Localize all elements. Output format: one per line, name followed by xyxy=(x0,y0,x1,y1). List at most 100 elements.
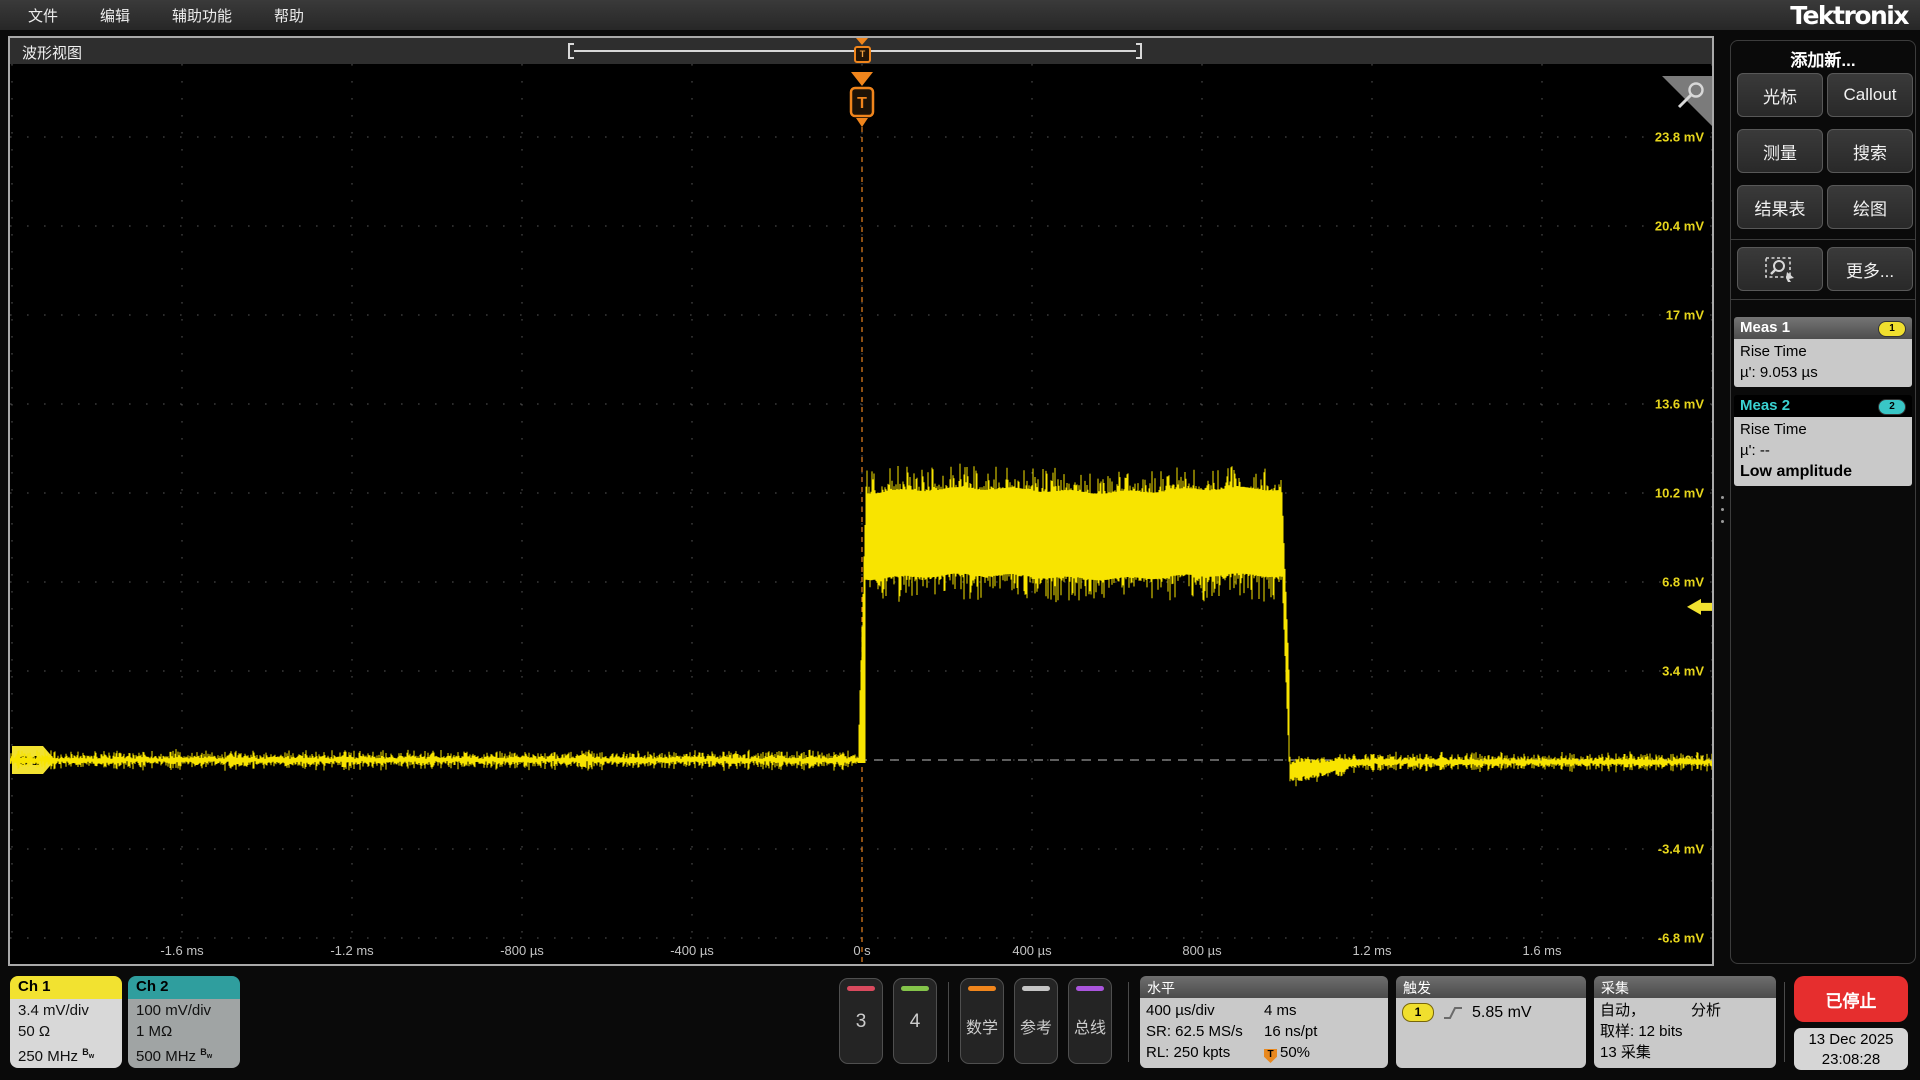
channel-1-header: Ch 1 xyxy=(10,976,122,999)
menu-file[interactable]: 文件 xyxy=(28,5,58,26)
meas2-body: Rise Time µ': -- Low amplitude xyxy=(1734,417,1912,486)
menu-help[interactable]: 帮助 xyxy=(274,5,304,26)
acquisition-overview-bar[interactable]: T xyxy=(568,43,1142,59)
waveform-view-title: 波形视图 xyxy=(22,42,82,63)
channel-1-settings: 3.4 mV/div 50 Ω 250 MHz Bw xyxy=(10,999,122,1068)
cursor-button[interactable]: 光标 xyxy=(1737,73,1823,117)
y-tick-label: 6.8 mV xyxy=(1662,575,1704,590)
meas2-header: Meas 2 2 xyxy=(1734,395,1912,417)
horizontal-body: 400 µs/div4 ms SR: 62.5 MS/s16 ns/pt RL:… xyxy=(1140,998,1388,1068)
sidebar: 添加新... 光标 Callout 测量 搜索 结果表 绘图 更多... Mea… xyxy=(1730,40,1916,964)
trigger-position: T50% xyxy=(1264,1042,1310,1063)
channel-4-button[interactable]: 4 xyxy=(893,978,937,1064)
ref-button[interactable]: 参考 xyxy=(1014,978,1058,1064)
plot-button[interactable]: 绘图 xyxy=(1827,185,1913,229)
bus-color-stripe xyxy=(1076,986,1104,991)
y-tick-label: 20.4 mV xyxy=(1655,219,1704,234)
bus-button[interactable]: 总线 xyxy=(1068,978,1112,1064)
x-tick-label: 1.2 ms xyxy=(1352,943,1392,958)
meas1-header: Meas 1 1 xyxy=(1734,317,1912,339)
zoom-corner-control[interactable] xyxy=(1662,76,1712,126)
measure-button[interactable]: 测量 xyxy=(1737,129,1823,173)
add-new-header: 添加新... xyxy=(1731,46,1915,71)
acquisition-analysis: 分析 xyxy=(1691,1000,1721,1021)
meas1-type: Rise Time xyxy=(1740,341,1906,362)
trigger-panel[interactable]: 触发 1 5.85 mV xyxy=(1396,976,1586,1068)
channel-3-button[interactable]: 3 xyxy=(839,978,883,1064)
channel-2-scale: 100 mV/div xyxy=(136,1000,240,1021)
meas2-type: Rise Time xyxy=(1740,419,1906,440)
channel-4-color-stripe xyxy=(901,986,929,991)
y-tick-label: 10.2 mV xyxy=(1655,486,1704,501)
meas1-badge: 1 xyxy=(1878,321,1906,337)
date-label: 13 Dec 2025 xyxy=(1794,1030,1908,1050)
zoom-box-icon xyxy=(1763,256,1797,282)
results-table-button[interactable]: 结果表 xyxy=(1737,185,1823,229)
overview-trigger-marker[interactable]: T xyxy=(854,46,871,63)
datetime-badge[interactable]: 13 Dec 2025 23:08:28 xyxy=(1794,1028,1908,1070)
y-tick-label: 13.6 mV xyxy=(1655,397,1704,412)
channel-3-color-stripe xyxy=(847,986,875,991)
meas2-badge: 2 xyxy=(1878,399,1906,415)
trigger-position-icon: T xyxy=(1264,1049,1277,1063)
x-tick-label: 800 µs xyxy=(1182,943,1222,958)
tekscope-app: { "menu": {"items": [{"label":"文件"},{"la… xyxy=(0,0,1920,1080)
math-button[interactable]: 数学 xyxy=(960,978,1004,1064)
trigger-flag[interactable]: T xyxy=(851,72,873,127)
horizontal-scale: 400 µs/div xyxy=(1146,1000,1264,1021)
y-tick-label: 3.4 mV xyxy=(1662,664,1704,679)
meas1-title: Meas 1 xyxy=(1740,319,1790,336)
graticule: -1.6 ms-1.2 ms-800 µs-400 µs0 s400 µs800… xyxy=(10,64,1712,964)
more-button[interactable]: 更多... xyxy=(1827,247,1913,291)
callout-button[interactable]: Callout xyxy=(1827,73,1913,117)
meas2-card[interactable]: Meas 2 2 Rise Time µ': -- Low amplitude xyxy=(1734,395,1912,486)
tektronix-logo: Tektronix xyxy=(1790,1,1908,30)
channel-2-settings: 100 mV/div 1 MΩ 500 MHz Bw xyxy=(128,999,240,1068)
waveform-view-header: 波形视图 T xyxy=(10,38,1712,64)
bandwidth-limit-icon: Bw xyxy=(200,1047,212,1057)
overview-right-bracket xyxy=(1136,43,1142,59)
overview-trigger-caret-icon xyxy=(856,38,868,45)
acquisition-sampling: 取样: 12 bits xyxy=(1600,1021,1770,1042)
panel-splitter-handle[interactable] xyxy=(1719,496,1725,530)
horizontal-header: 水平 xyxy=(1140,976,1388,998)
menu-edit[interactable]: 编辑 xyxy=(100,5,130,26)
acquisition-count: 13 采集 xyxy=(1600,1042,1770,1063)
trigger-header: 触发 xyxy=(1396,976,1586,998)
horizontal-window: 4 ms xyxy=(1264,1000,1297,1021)
ref-color-stripe xyxy=(1022,986,1050,991)
channel-1-scale: 3.4 mV/div xyxy=(18,1000,122,1021)
math-color-stripe xyxy=(968,986,996,991)
meas1-card[interactable]: Meas 1 1 Rise Time µ': 9.053 µs xyxy=(1734,317,1912,387)
acquisition-body: 自动， 分析 取样: 12 bits 13 采集 xyxy=(1594,998,1776,1068)
x-tick-label: -1.6 ms xyxy=(160,943,204,958)
channel-2-header: Ch 2 xyxy=(128,976,240,999)
x-tick-label: -1.2 ms xyxy=(330,943,374,958)
time-label: 23:08:28 xyxy=(1794,1050,1908,1070)
y-tick-label: 17 mV xyxy=(1666,308,1705,323)
ch1-trace xyxy=(10,464,1712,787)
channel-2-bandwidth: 500 MHz Bw xyxy=(136,1042,240,1067)
trigger-body: 1 5.85 mV xyxy=(1396,998,1586,1068)
bandwidth-limit-icon: Bw xyxy=(82,1047,94,1057)
meas1-value: µ': 9.053 µs xyxy=(1740,362,1906,383)
x-tick-label: -400 µs xyxy=(670,943,714,958)
sample-interval: 16 ns/pt xyxy=(1264,1021,1317,1042)
x-tick-label: 400 µs xyxy=(1012,943,1052,958)
channel-1-badge[interactable]: Ch 1 3.4 mV/div 50 Ω 250 MHz Bw xyxy=(10,976,122,1068)
meas2-title: Meas 2 xyxy=(1740,397,1790,414)
channel-1-impedance: 50 Ω xyxy=(18,1021,122,1042)
horizontal-panel[interactable]: 水平 400 µs/div4 ms SR: 62.5 MS/s16 ns/pt … xyxy=(1140,976,1388,1068)
waveform-view-panel: 波形视图 T -1.6 ms-1.2 ms-800 µs-400 µs0 s40… xyxy=(8,36,1714,966)
channel-2-impedance: 1 MΩ xyxy=(136,1021,240,1042)
run-stop-button[interactable]: 已停止 xyxy=(1794,976,1908,1022)
trigger-level-arrow[interactable] xyxy=(1687,599,1712,615)
search-button[interactable]: 搜索 xyxy=(1827,129,1913,173)
acquisition-mode: 自动， xyxy=(1600,1000,1645,1021)
rising-edge-icon xyxy=(1442,1004,1464,1022)
menu-utility[interactable]: 辅助功能 xyxy=(172,5,232,26)
channel-2-badge[interactable]: Ch 2 100 mV/div 1 MΩ 500 MHz Bw xyxy=(128,976,240,1068)
acquisition-panel[interactable]: 采集 自动，分析 取样: 12 bits 13 采集 xyxy=(1594,976,1776,1068)
x-tick-label: -800 µs xyxy=(500,943,544,958)
zoom-mode-button[interactable] xyxy=(1737,247,1823,291)
